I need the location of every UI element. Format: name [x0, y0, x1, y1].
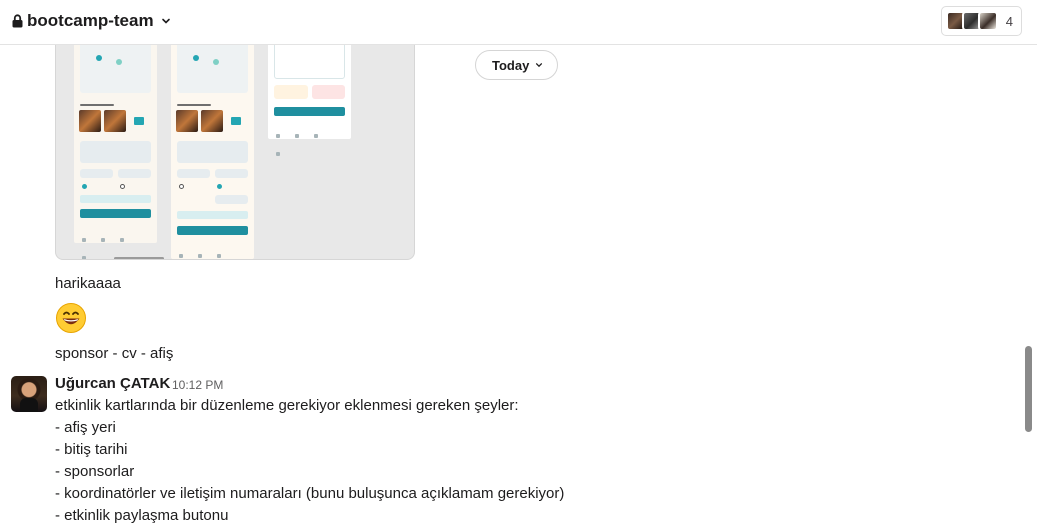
mockup-preview-button	[177, 211, 248, 219]
message-text: harikaaaa	[55, 275, 121, 292]
message-list-scrollbar[interactable]	[1025, 346, 1032, 432]
mockup-map-card	[80, 41, 151, 93]
mockup-preview-button	[80, 195, 151, 203]
mockup-back-button	[274, 107, 345, 116]
map-pin-icon	[193, 55, 199, 61]
mockup-select	[215, 195, 248, 204]
member-avatar	[977, 11, 998, 31]
channel-title-button[interactable]: bootcamp-team	[12, 11, 171, 31]
mockup-publish-button	[80, 209, 151, 218]
channel-name: bootcamp-team	[27, 11, 154, 30]
message-text: - sponsorlar	[55, 463, 135, 480]
message-author[interactable]: Uğurcan ÇATAK	[55, 375, 170, 392]
image-attachment[interactable]	[55, 20, 415, 260]
radio-icon	[120, 184, 125, 189]
mockup-navbar	[179, 245, 246, 258]
mockup-navbar	[276, 125, 343, 156]
mockup-photo	[104, 110, 126, 132]
mockup-heading	[80, 104, 114, 106]
mockup-share-button	[312, 85, 345, 99]
map-pin-icon	[96, 55, 102, 61]
mockup-screen	[74, 21, 157, 259]
mockup-textarea	[80, 141, 151, 163]
mockup-select	[177, 169, 210, 178]
message-text: - afiş yeri	[55, 419, 116, 436]
mockup-photo	[79, 110, 101, 132]
message-text: etkinlik kartlarında bir düzenleme gerek…	[55, 397, 519, 414]
mockup-photo	[176, 110, 198, 132]
date-divider-label: Today	[492, 57, 530, 73]
mockup-orange-button	[274, 85, 308, 99]
message-text: - etkinlik paylaşma butonu	[55, 507, 229, 524]
mockup-heading	[177, 104, 211, 106]
mockup-select	[80, 169, 113, 178]
lock-icon	[12, 14, 23, 28]
mockup-navbar	[82, 229, 149, 259]
attachment-scrollbar[interactable]	[114, 257, 164, 259]
chevron-down-icon	[161, 18, 170, 24]
radio-icon	[82, 184, 87, 189]
camera-icon	[231, 117, 241, 125]
avatar[interactable]	[11, 376, 47, 412]
member-count: 4	[1005, 13, 1013, 29]
message-timestamp[interactable]: 10:12 PM	[172, 378, 223, 392]
members-button[interactable]: 4	[940, 6, 1022, 36]
message-text: sponsor - cv - afiş	[55, 345, 174, 362]
mockup-textarea	[177, 141, 248, 163]
mockup-select	[215, 169, 248, 178]
date-divider-button[interactable]: Today	[475, 50, 559, 80]
mockup-map-card	[177, 41, 248, 93]
mockup-screen	[171, 21, 254, 259]
mockup-select	[118, 169, 151, 178]
camera-icon	[134, 117, 144, 125]
radio-icon	[217, 184, 222, 189]
grinning-face-emoji	[56, 303, 86, 333]
channel-header: bootcamp-team 4	[0, 0, 1037, 45]
mockup-publish-button	[177, 226, 248, 235]
chevron-down-icon	[536, 63, 543, 68]
message-text: - bitiş tarihi	[55, 441, 128, 458]
map-pin-icon	[116, 59, 122, 65]
message-text: - koordinatörler ve iletişim numaraları …	[55, 485, 565, 502]
mockup-photo	[201, 110, 223, 132]
radio-icon	[179, 184, 184, 189]
map-pin-icon	[213, 59, 219, 65]
